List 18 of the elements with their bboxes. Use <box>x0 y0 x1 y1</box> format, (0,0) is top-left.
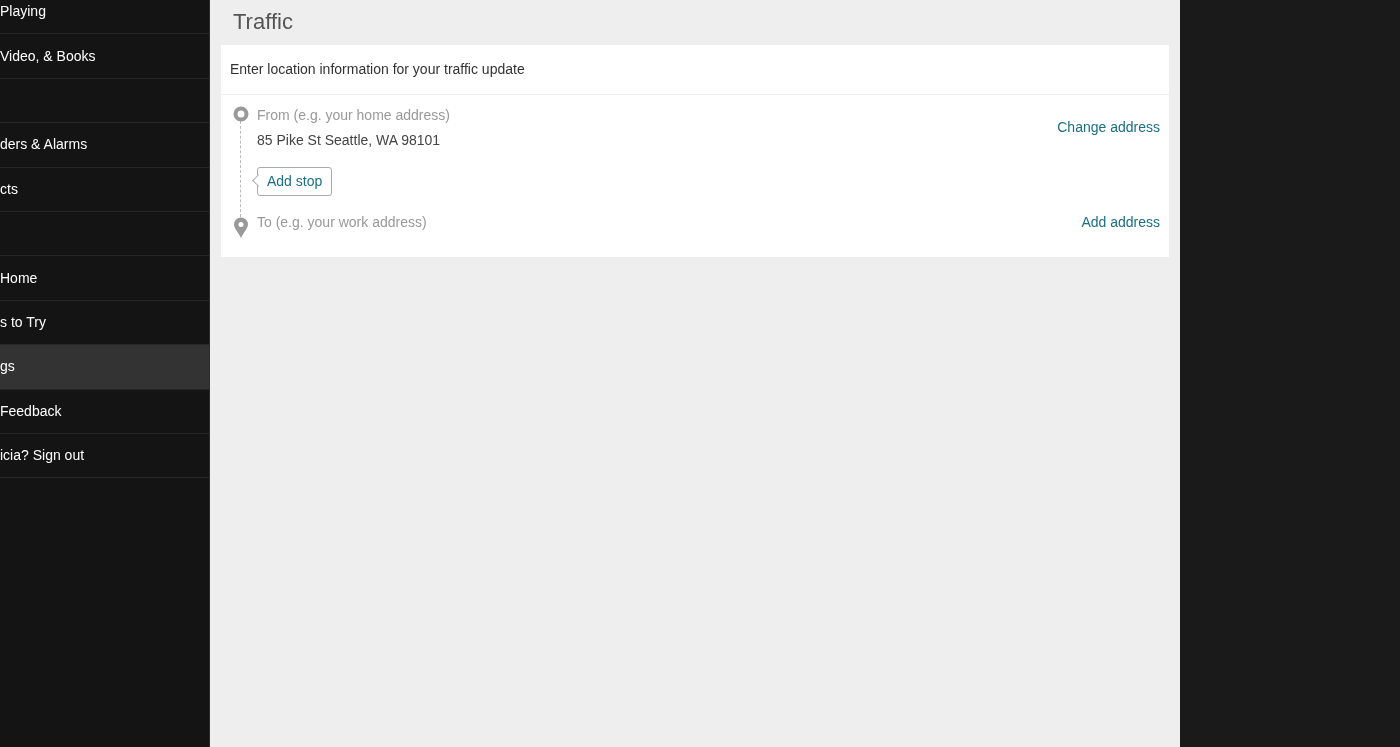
sidebar-item[interactable]: cts <box>0 167 209 212</box>
sidebar-item[interactable]: Video, & Books <box>0 34 209 79</box>
sidebar-item[interactable]: gs <box>0 345 209 390</box>
sidebar-item[interactable]: Playing <box>0 0 209 35</box>
sidebar-item[interactable]: Feedback <box>0 389 209 434</box>
card-heading: Enter location information for your traffic update <box>221 44 1169 95</box>
from-address: 85 Pike St Seattle, WA 98101 <box>257 130 442 150</box>
add-stop-button[interactable]: Add stop <box>251 166 333 196</box>
from-label: From (e.g. your home address) <box>257 105 450 125</box>
location-pin-icon <box>233 216 249 239</box>
sidebar-item[interactable]: ders & Alarms <box>0 123 209 168</box>
to-label: To (e.g. your work address) <box>257 212 427 232</box>
add-address-link[interactable]: Add address <box>1081 211 1160 233</box>
origin-icon <box>233 105 249 122</box>
sidebar-item[interactable]: icia? Sign out <box>0 433 209 479</box>
page-title: Traffic <box>232 8 294 36</box>
change-address-link[interactable]: Change address <box>1057 117 1160 139</box>
sidebar-item[interactable]: Home <box>0 256 209 301</box>
